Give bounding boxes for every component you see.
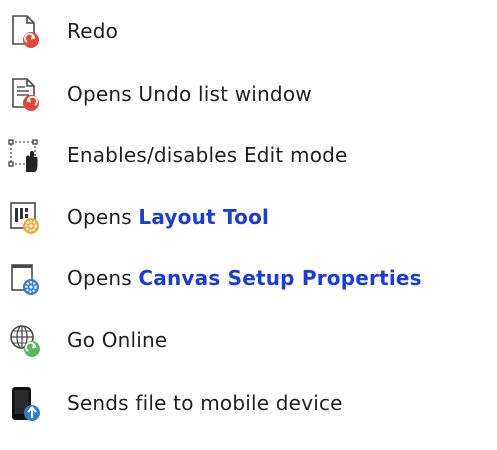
redo-icon [7, 14, 43, 50]
legend-text-canvas-setup: Opens Canvas Setup Properties [67, 263, 422, 293]
legend-row-layout-tool: Opens Layout Tool [0, 194, 497, 242]
edit-mode-icon [7, 138, 43, 174]
layout-tool-link[interactable]: Layout Tool [138, 205, 269, 229]
legend-text-send-mobile: Sends file to mobile device [67, 391, 343, 415]
legend-text-undo-list: Opens Undo list window [67, 82, 312, 106]
go-online-icon [7, 323, 43, 359]
legend-prefix-canvas-setup: Opens [67, 266, 132, 290]
legend-text-edit-mode: Enables/disables Edit mode [67, 143, 348, 167]
undo-list-icon [7, 77, 43, 113]
layout-tool-icon [7, 200, 43, 236]
legend-row-send-mobile: Sends file to mobile device [0, 380, 497, 428]
canvas-setup-properties-link[interactable]: Canvas Setup Properties [138, 266, 421, 290]
canvas-setup-icon [7, 261, 43, 297]
legend-prefix-layout-tool: Opens [67, 205, 132, 229]
legend-row-edit-mode: Enables/disables Edit mode [0, 132, 497, 180]
legend-text-go-online: Go Online [67, 328, 168, 352]
legend-row-redo: Redo [0, 8, 497, 56]
legend-row-undo-list: Opens Undo list window [0, 71, 497, 119]
legend-row-go-online: Go Online [0, 317, 497, 365]
legend-text-redo: Redo [67, 19, 119, 43]
legend-text-layout-tool: Opens Layout Tool [67, 202, 269, 232]
send-to-mobile-icon [7, 386, 43, 422]
toolbar-legend-list: Redo Opens Undo list window Enables/disa… [0, 0, 497, 450]
legend-row-canvas-setup: Opens Canvas Setup Properties [0, 255, 497, 303]
